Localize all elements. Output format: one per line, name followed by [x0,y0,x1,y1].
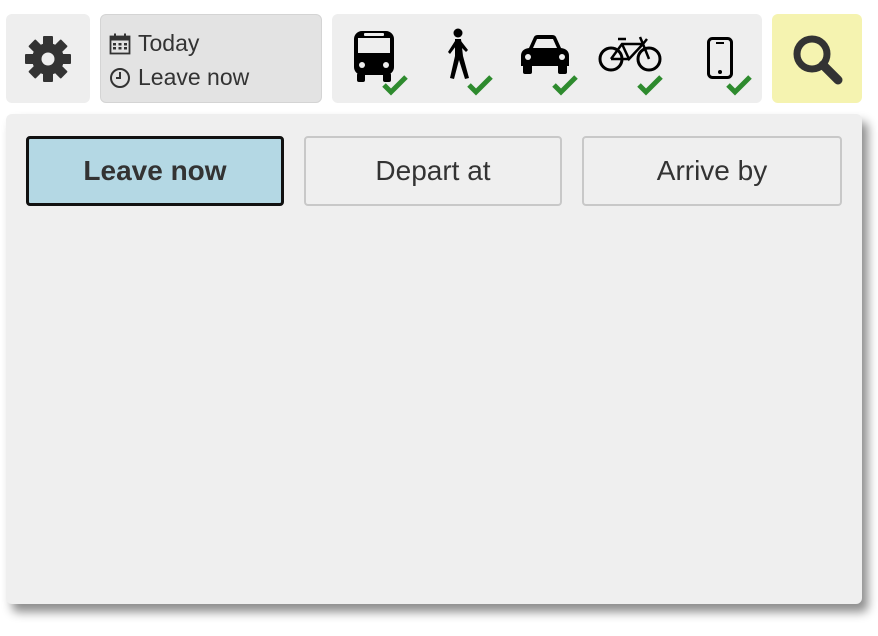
depart-at-button[interactable]: Depart at [304,136,562,206]
date-label: Today [138,30,200,56]
leave-now-button[interactable]: Leave now [26,136,284,206]
calendar-icon [109,33,131,55]
travel-modes-bar [332,14,762,103]
bicycle-check-icon [637,75,663,96]
search-icon [793,35,843,84]
settings-button[interactable] [6,14,90,103]
top-toolbar: Today Leave now [0,0,878,110]
mode-walk-toggle[interactable] [429,14,505,103]
time-row: Leave now [109,64,249,91]
arrive-by-button[interactable]: Arrive by [582,136,842,206]
date-row: Today [109,30,199,57]
mode-car-toggle[interactable] [514,14,590,103]
phone-icon [707,37,733,79]
datetime-button[interactable]: Today Leave now [100,14,322,103]
bicycle-icon [598,36,662,72]
search-button[interactable] [772,14,862,103]
phone-check-icon [726,75,752,96]
mode-bus-toggle[interactable] [344,14,420,103]
clock-icon [109,67,131,89]
mode-bicycle-toggle[interactable] [598,14,675,103]
time-options-panel: Leave now Depart at Arrive by [6,114,862,604]
car-check-icon [552,75,578,96]
walk-check-icon [467,75,493,96]
mode-phone-toggle[interactable] [684,14,760,103]
time-label: Leave now [138,64,250,90]
car-icon [521,35,569,74]
bus-check-icon [382,75,408,96]
gear-icon [25,35,71,82]
